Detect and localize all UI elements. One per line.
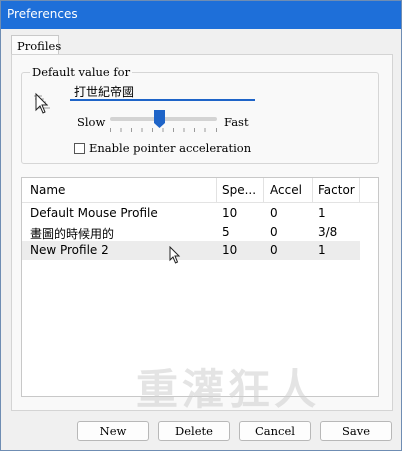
column-header-factor[interactable]: Factor: [318, 183, 355, 197]
speed-fast-label: Fast: [224, 115, 249, 129]
column-header-speed[interactable]: Spe...: [222, 183, 256, 197]
column-separator[interactable]: [263, 178, 264, 202]
acceleration-label[interactable]: Enable pointer acceleration: [89, 141, 251, 155]
title-bar[interactable]: Preferences: [1, 1, 401, 29]
row-name: New Profile 2: [30, 243, 109, 257]
row-factor: 3/8: [318, 225, 338, 239]
cancel-button[interactable]: Cancel: [239, 421, 311, 441]
row-speed: 10: [222, 243, 238, 257]
delete-button[interactable]: Delete: [158, 421, 230, 441]
table-row[interactable]: Default Mouse Profile 10 0 1: [22, 204, 360, 223]
mouse-pointer-icon: [169, 246, 181, 264]
new-button[interactable]: New: [77, 421, 149, 441]
table-row-selected[interactable]: New Profile 2 10 0 1: [22, 241, 360, 260]
speed-slider-ticks: [110, 128, 217, 132]
watermark: 重灌狂人: [136, 365, 321, 414]
table-row[interactable]: 畫圖的時候用的 5 0 3/8: [22, 223, 360, 242]
acceleration-checkbox[interactable]: [74, 143, 85, 154]
row-name: 畫圖的時候用的: [30, 227, 115, 241]
column-separator[interactable]: [312, 178, 313, 202]
default-value-legend: Default value for: [30, 65, 133, 79]
column-header-name[interactable]: Name: [30, 183, 65, 197]
column-separator[interactable]: [216, 178, 217, 202]
row-factor: 1: [318, 206, 326, 220]
row-accel: 0: [270, 243, 278, 257]
tab-profiles[interactable]: Profiles: [11, 35, 62, 55]
column-header-accel[interactable]: Accel: [270, 183, 302, 197]
speed-slow-label: Slow: [77, 115, 106, 129]
row-speed: 10: [222, 206, 238, 220]
column-separator[interactable]: [359, 178, 360, 202]
row-name: Default Mouse Profile: [30, 206, 158, 220]
row-accel: 0: [270, 225, 278, 239]
profile-name-input[interactable]: [70, 84, 255, 101]
list-header: Name Spe... Accel Factor: [22, 178, 378, 203]
row-speed: 5: [222, 225, 230, 239]
save-button[interactable]: Save: [320, 421, 392, 441]
pointer-speed-icon: [34, 92, 50, 114]
row-factor: 1: [318, 243, 326, 257]
tab-profiles-label: Profiles: [17, 39, 62, 53]
speed-slider-thumb[interactable]: [154, 110, 165, 128]
row-accel: 0: [270, 206, 278, 220]
window-title: Preferences: [7, 7, 78, 21]
